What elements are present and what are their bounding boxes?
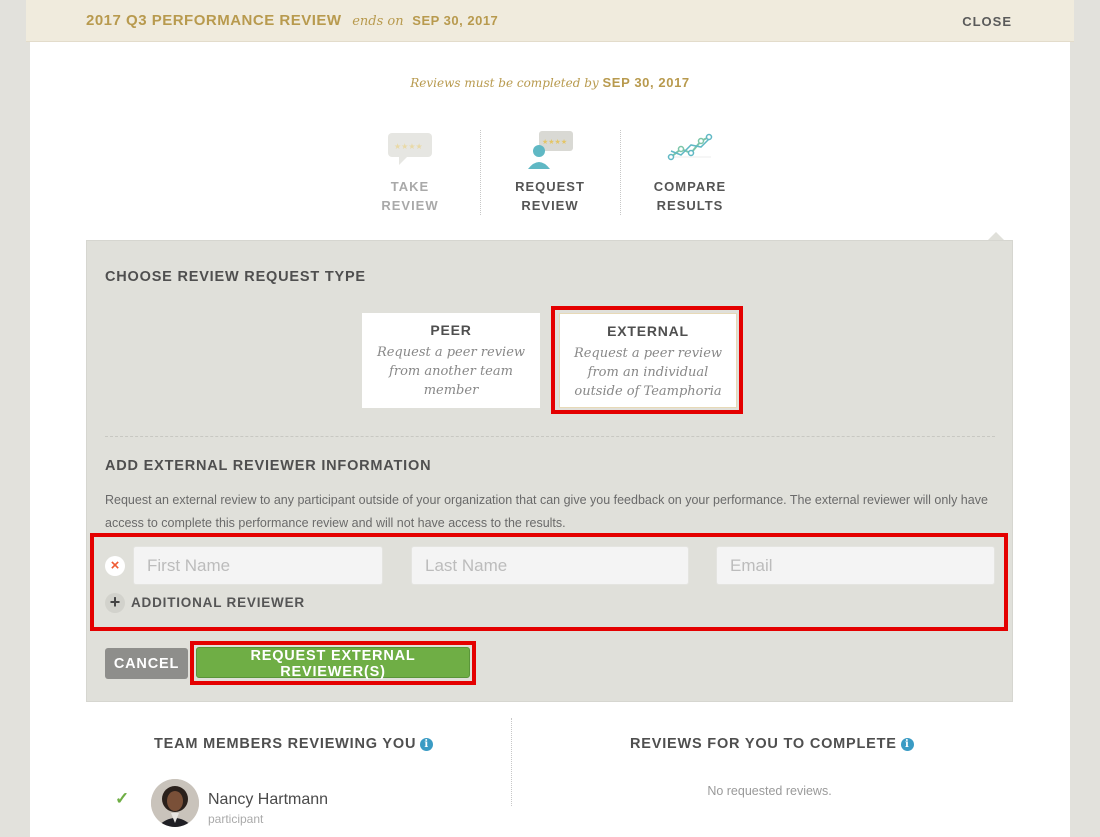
info-icon[interactable]: i	[420, 738, 434, 751]
external-description: Request an external review to any partic…	[105, 493, 988, 530]
review-steps: ★★★★ TAKE REVIEW ★★★★ REQUEST REVIEW COM…	[340, 125, 760, 215]
last-name-input[interactable]	[411, 546, 689, 585]
step-compare-results[interactable]: COMPARE RESULTS	[620, 125, 760, 215]
deadline-text: Reviews must be completed by	[410, 76, 599, 90]
reviews-to-complete-heading: REVIEWS FOR YOU TO COMPLETE i	[630, 736, 914, 752]
deadline-date: SEP 30, 2017	[602, 75, 690, 90]
review-name: 2017 Q3 PERFORMANCE REVIEW	[86, 12, 342, 29]
deadline-notice: Reviews must be completed by SEP 30, 201…	[0, 75, 1100, 90]
ends-on-text: ends on	[352, 14, 404, 29]
reviewer-role: participant	[208, 812, 264, 826]
additional-reviewer-label: ADDITIONAL REVIEWER	[131, 595, 305, 610]
option-title: EXTERNAL	[607, 323, 689, 339]
external-option[interactable]: EXTERNAL Request a peer review from an i…	[559, 313, 737, 408]
avatar-image	[151, 779, 199, 827]
person-rating-icon: ★★★★	[528, 131, 573, 169]
step-request-review[interactable]: ★★★★ REQUEST REVIEW	[480, 125, 620, 215]
close-button[interactable]: CLOSE	[962, 14, 1012, 29]
review-title: 2017 Q3 PERFORMANCE REVIEW ends on SEP 3…	[86, 12, 498, 29]
option-description: Request a peer review from another team …	[376, 345, 526, 398]
plus-icon: +	[105, 593, 125, 613]
peer-option[interactable]: PEER Request a peer review from another …	[362, 313, 540, 408]
section-divider	[105, 436, 995, 437]
request-external-reviewers-button[interactable]: REQUEST EXTERNAL REVIEWER(S)	[196, 647, 470, 680]
no-reviews-message: No requested reviews.	[707, 784, 832, 798]
request-type-heading: CHOOSE REVIEW REQUEST TYPE	[105, 269, 366, 285]
step-take-review[interactable]: ★★★★ TAKE REVIEW	[340, 125, 480, 215]
modal-header: 2017 Q3 PERFORMANCE REVIEW ends on SEP 3…	[26, 0, 1074, 42]
option-title: PEER	[430, 322, 472, 338]
svg-text:★★★★: ★★★★	[542, 138, 567, 146]
first-name-input[interactable]	[133, 546, 383, 585]
end-date: SEP 30, 2017	[412, 13, 499, 28]
step-label: COMPARE RESULTS	[653, 179, 727, 213]
svg-text:★★★★: ★★★★	[394, 142, 423, 151]
email-input[interactable]	[716, 546, 995, 585]
cancel-button[interactable]: CANCEL	[105, 648, 188, 679]
check-icon: ✓	[115, 789, 130, 808]
reviewer-name: Nancy Hartmann	[208, 791, 329, 808]
external-info-heading: ADD EXTERNAL REVIEWER INFORMATION	[105, 458, 432, 474]
reviews-to-complete-title: REVIEWS FOR YOU TO COMPLETE	[630, 736, 897, 752]
remove-reviewer-button[interactable]: ×	[105, 556, 125, 576]
step-label: TAKE REVIEW	[381, 179, 439, 213]
step-label: REQUEST REVIEW	[515, 179, 585, 213]
rating-bubble-icon: ★★★★	[388, 133, 432, 165]
line-graph-icon	[667, 133, 713, 165]
option-description: Request a peer review from an individual…	[573, 346, 723, 399]
team-reviewing-title: TEAM MEMBERS REVIEWING YOU	[154, 736, 417, 752]
avatar	[151, 779, 199, 827]
team-reviewing-heading: TEAM MEMBERS REVIEWING YOU i	[154, 736, 434, 752]
info-icon[interactable]: i	[900, 738, 914, 751]
